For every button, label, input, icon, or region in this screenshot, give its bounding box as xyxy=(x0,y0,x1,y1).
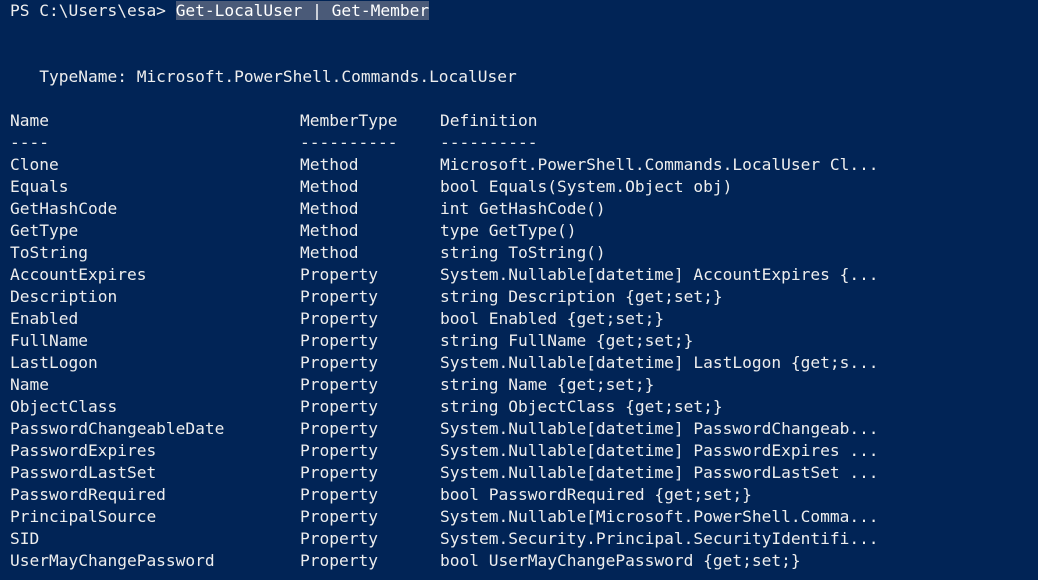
cell-definition: System.Nullable[datetime] AccountExpires… xyxy=(440,265,879,284)
table-body: Clone Method Microsoft.PowerShell.Commands… xyxy=(10,154,1038,572)
prompt-line[interactable]: PS C:\Users\esa> Get-LocalUser | Get-Mem… xyxy=(10,0,1038,22)
table-row: FullName Property string FullName {get;set… xyxy=(10,330,1038,352)
cell-member-type: Property xyxy=(300,331,378,350)
cell-definition: string FullName {get;set;} xyxy=(440,331,694,350)
cell-member-type: Method xyxy=(300,155,359,174)
cell-name: PasswordExpires xyxy=(10,441,157,460)
cell-name: Enabled xyxy=(10,309,79,328)
table-row: ObjectClass Property string ObjectClass {g… xyxy=(10,396,1038,418)
cell-member-type: Property xyxy=(300,419,378,438)
cell-name: LastLogon xyxy=(10,353,98,372)
cell-member-type: Property xyxy=(300,309,378,328)
table-row: UserMayChangePassword Property bool UserMa… xyxy=(10,550,1038,572)
cell-member-type: Property xyxy=(300,529,378,548)
cell-member-type: Property xyxy=(300,551,378,570)
cell-member-type: Property xyxy=(300,265,378,284)
cell-name: AccountExpires xyxy=(10,265,147,284)
table-row: Name Property string Name {get;set;} xyxy=(10,374,1038,396)
cell-definition: string Name {get;set;} xyxy=(440,375,655,394)
cell-member-type: Property xyxy=(300,485,378,504)
cell-member-type: Property xyxy=(300,441,378,460)
table-row: PasswordExpires Property System.Nullable[d… xyxy=(10,440,1038,462)
table-row: Clone Method Microsoft.PowerShell.Commands… xyxy=(10,154,1038,176)
terminal-screen: PS C:\Users\esa> Get-LocalUser | Get-Mem… xyxy=(10,0,1038,572)
cell-name: Clone xyxy=(10,155,59,174)
cell-name: Name xyxy=(10,375,49,394)
cell-definition: bool UserMayChangePassword {get;set;} xyxy=(440,551,801,570)
cell-definition: System.Nullable[Microsoft.PowerShell.Com… xyxy=(440,507,879,526)
cell-member-type: Method xyxy=(300,221,359,240)
table-row: GetHashCode Method int GetHashCode() xyxy=(10,198,1038,220)
cell-name: ObjectClass xyxy=(10,397,118,416)
table-row: ToString Method string ToString() xyxy=(10,242,1038,264)
table-row: SID Property System.Security.Principal.Sec… xyxy=(10,528,1038,550)
table-row: Description Property string Description {g… xyxy=(10,286,1038,308)
cell-name: ToString xyxy=(10,243,88,262)
typename-line: TypeName: Microsoft.PowerShell.Commands.… xyxy=(10,67,517,86)
cell-definition: bool Equals(System.Object obj) xyxy=(440,177,733,196)
table-row: GetType Method type GetType() xyxy=(10,220,1038,242)
cell-member-type: Property xyxy=(300,287,378,306)
cell-definition: type GetType() xyxy=(440,221,577,240)
cell-definition: System.Nullable[datetime] PasswordChange… xyxy=(440,419,879,438)
cell-name: PasswordLastSet xyxy=(10,463,157,482)
cell-definition: System.Security.Principal.SecurityIdenti… xyxy=(440,529,879,548)
table-header-row: Name MemberType Definition xyxy=(10,110,1038,132)
table-row: PasswordRequired Property bool PasswordReq… xyxy=(10,484,1038,506)
command-input[interactable]: Get-LocalUser | Get-Member xyxy=(175,1,430,20)
prompt-prefix: PS C:\Users\esa> xyxy=(10,1,176,20)
cell-name: PrincipalSource xyxy=(10,507,157,526)
rule-definition: ---------- xyxy=(440,133,538,152)
cell-definition: bool Enabled {get;set;} xyxy=(440,309,665,328)
header-name: Name xyxy=(10,111,49,130)
cell-definition: int GetHashCode() xyxy=(440,199,606,218)
cell-definition: System.Nullable[datetime] PasswordExpire… xyxy=(440,441,879,460)
cell-name: FullName xyxy=(10,331,88,350)
cell-definition: string ToString() xyxy=(440,243,606,262)
rule-name: ---- xyxy=(10,133,49,152)
cell-member-type: Property xyxy=(300,375,378,394)
table-row: PasswordLastSet Property System.Nullable[d… xyxy=(10,462,1038,484)
table-row: LastLogon Property System.Nullable[datetim… xyxy=(10,352,1038,374)
cell-name: SID xyxy=(10,529,40,548)
cell-definition: System.Nullable[datetime] PasswordLastSe… xyxy=(440,463,879,482)
cell-name: Equals xyxy=(10,177,69,196)
table-row: Enabled Property bool Enabled {get;set;} xyxy=(10,308,1038,330)
cell-name: PasswordChangeableDate xyxy=(10,419,225,438)
cell-name: GetType xyxy=(10,221,79,240)
header-member-type: MemberType xyxy=(300,111,398,130)
table-row: AccountExpires Property System.Nullable[da… xyxy=(10,264,1038,286)
cell-definition: Microsoft.PowerShell.Commands.LocalUser … xyxy=(440,155,879,174)
table-row: Equals Method bool Equals(System.Object ob… xyxy=(10,176,1038,198)
cell-member-type: Method xyxy=(300,177,359,196)
header-definition: Definition xyxy=(440,111,538,130)
table-row: PasswordChangeableDate Property System.Nul… xyxy=(10,418,1038,440)
cell-definition: bool PasswordRequired {get;set;} xyxy=(440,485,752,504)
cell-name: PasswordRequired xyxy=(10,485,166,504)
cell-member-type: Property xyxy=(300,463,378,482)
cell-member-type: Property xyxy=(300,353,378,372)
cell-name: Description xyxy=(10,287,118,306)
table-row: PrincipalSource Property System.Nullable[M… xyxy=(10,506,1038,528)
cell-member-type: Property xyxy=(300,507,378,526)
cell-definition: string Description {get;set;} xyxy=(440,287,723,306)
cell-name: UserMayChangePassword xyxy=(10,551,215,570)
powershell-terminal[interactable]: PS C:\Users\esa> Get-LocalUser | Get-Mem… xyxy=(0,0,1038,580)
cell-member-type: Method xyxy=(300,243,359,262)
rule-member-type: ---------- xyxy=(300,133,398,152)
cell-definition: System.Nullable[datetime] LastLogon {get… xyxy=(440,353,879,372)
cell-member-type: Method xyxy=(300,199,359,218)
table-rule-row: ---- ---------- ---------- xyxy=(10,132,1038,154)
cell-member-type: Property xyxy=(300,397,378,416)
cell-definition: string ObjectClass {get;set;} xyxy=(440,397,723,416)
cell-name: GetHashCode xyxy=(10,199,118,218)
